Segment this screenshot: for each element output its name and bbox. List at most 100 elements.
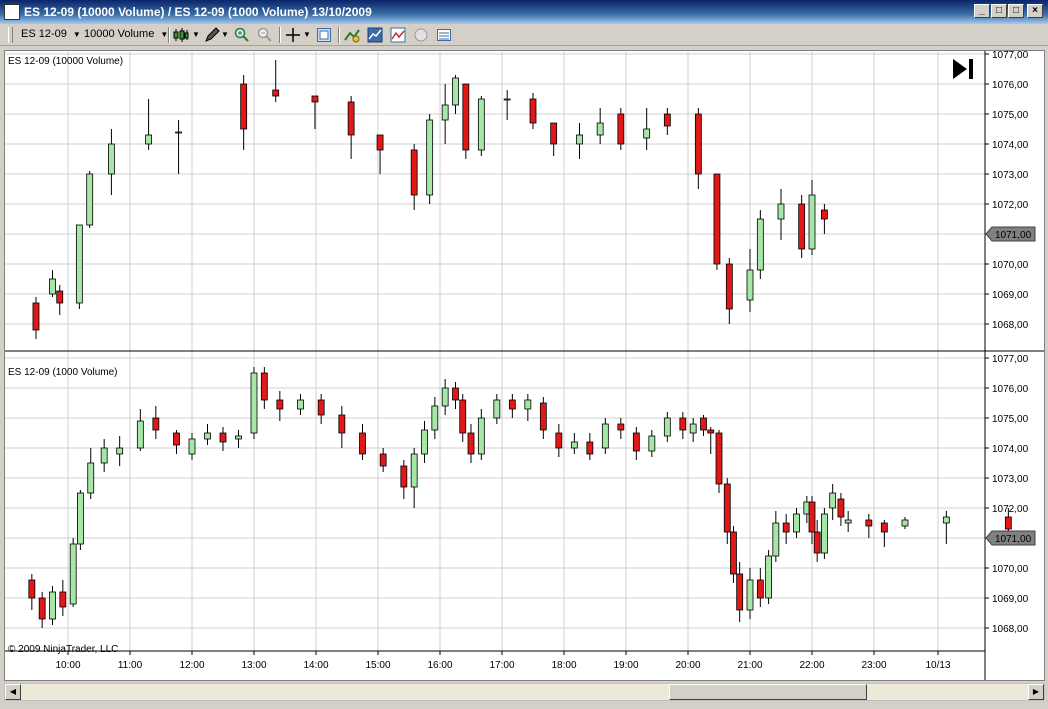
candle-body [555,432,563,449]
window-title: ES 12-09 (10000 Volume) / ES 12-09 (1000… [24,5,372,19]
scroll-left-button[interactable]: ◀ [5,684,21,700]
candle-body [570,441,578,449]
candle-body [116,447,124,455]
time-tick-label: 18:00 [551,660,576,671]
candle-body [730,531,737,575]
go-to-end-icon[interactable] [953,59,973,79]
price-tick-label: 1068,00 [992,320,1029,331]
candle-body [250,372,258,434]
indicators-icon[interactable] [367,27,383,43]
copyright-label: © 2009 NinjaTrader, LLC [8,644,118,655]
candle-body [679,417,687,431]
properties-icon[interactable] [316,27,332,43]
candle-body [756,579,764,599]
list-icon[interactable] [436,27,452,43]
chart-area[interactable]: ES 12-09 (10000 Volume) ES 12-09 (1000 V… [4,50,1045,681]
candle-body [736,573,744,611]
candle-body [87,462,95,494]
candle-body [725,263,733,310]
app-icon [4,4,20,20]
instrument-label: ES 12-09 [21,28,67,40]
candle-body [576,134,583,145]
time-tick-label: 11:00 [118,660,143,671]
candlestick-style-icon[interactable] [173,27,189,43]
candle-body [601,423,609,449]
candle-body [586,441,594,455]
time-tick-label: 17:00 [489,660,514,671]
time-tick-label: 23:00 [861,660,886,671]
panel2-title: ES 12-09 (1000 Volume) [8,367,118,378]
instrument-dropdown[interactable]: ES 12-09 ▼ [21,28,81,40]
candle-body [529,98,537,124]
horizontal-scrollbar[interactable]: ◀ ▶ [4,683,1045,701]
zoom-in-icon[interactable] [234,27,250,43]
candle-body [219,432,227,443]
chart-canvas[interactable]: ES 12-09 (10000 Volume) ES 12-09 (1000 V… [5,51,1044,680]
candle-body [746,269,754,301]
candle-body [865,519,873,527]
maximize-button[interactable]: □ [1008,4,1024,18]
time-tick-label: 15:00 [365,660,390,671]
candle-body [338,414,346,434]
candle-body [56,290,64,304]
candle-body [462,83,470,151]
candle-body [707,429,715,434]
window-titlebar: ES 12-09 (10000 Volume) / ES 12-09 (1000… [0,0,1048,24]
candle-body [617,113,625,145]
candle-body [524,399,532,410]
time-tick-label: 10/13 [925,660,950,671]
chevron-down-icon[interactable]: ▼ [303,28,311,40]
candle-body [49,278,56,295]
candle-body [421,429,428,455]
crosshair-icon[interactable] [285,27,301,43]
price-tick-label: 1077,00 [992,354,1029,365]
candle-body [793,513,800,533]
data-box-icon[interactable] [413,27,429,43]
candle-body [108,143,115,175]
candle-body [311,95,319,103]
scroll-right-button[interactable]: ▶ [1028,684,1044,700]
candle-body [38,597,46,620]
interval-dropdown[interactable]: 10000 Volume ▼ [84,28,168,40]
time-tick-label: 20:00 [675,660,700,671]
candle-body [317,399,325,416]
strategy-icon[interactable] [344,27,360,43]
price-tick-label: 1075,00 [992,110,1029,121]
minimize-button[interactable]: _ [974,4,990,18]
candle-body [663,113,671,127]
close-button[interactable]: × [1027,4,1043,18]
time-tick-label: 22:00 [799,660,824,671]
candle-body [837,498,845,518]
candle-body [493,399,501,419]
candle-body [813,531,821,554]
zoom-out-icon[interactable] [257,27,273,43]
draw-pencil-icon[interactable] [204,27,220,43]
chevron-down-icon[interactable]: ▼ [221,28,229,40]
candle-body [477,98,485,151]
last-price-label: 1071,00 [995,534,1032,545]
price-tick-label: 1076,00 [992,80,1029,91]
interval-label: 10000 Volume [84,28,155,40]
candle-body [715,432,723,485]
candle-body [426,119,434,196]
chart-trader-icon[interactable] [390,27,406,43]
price-tick-label: 1073,00 [992,474,1029,485]
candle-body [942,516,950,524]
toolbar-separator [168,27,170,43]
price-tick-label: 1070,00 [992,260,1029,271]
candle-body [723,483,731,533]
candle-body [713,173,721,265]
candle-body [503,98,511,101]
candle-body [798,203,806,250]
candle-body [359,432,366,455]
time-tick-label: 16:00 [427,660,452,671]
price-tick-label: 1072,00 [992,200,1029,211]
chevron-down-icon[interactable]: ▼ [192,28,200,40]
scroll-thumb[interactable] [669,684,867,700]
toolbar-separator [279,27,281,43]
candle-body [821,513,828,554]
time-tick-label: 19:00 [613,660,638,671]
candle-body [431,405,439,431]
restore-button[interactable]: □ [991,4,1007,18]
candle-body [136,420,144,449]
